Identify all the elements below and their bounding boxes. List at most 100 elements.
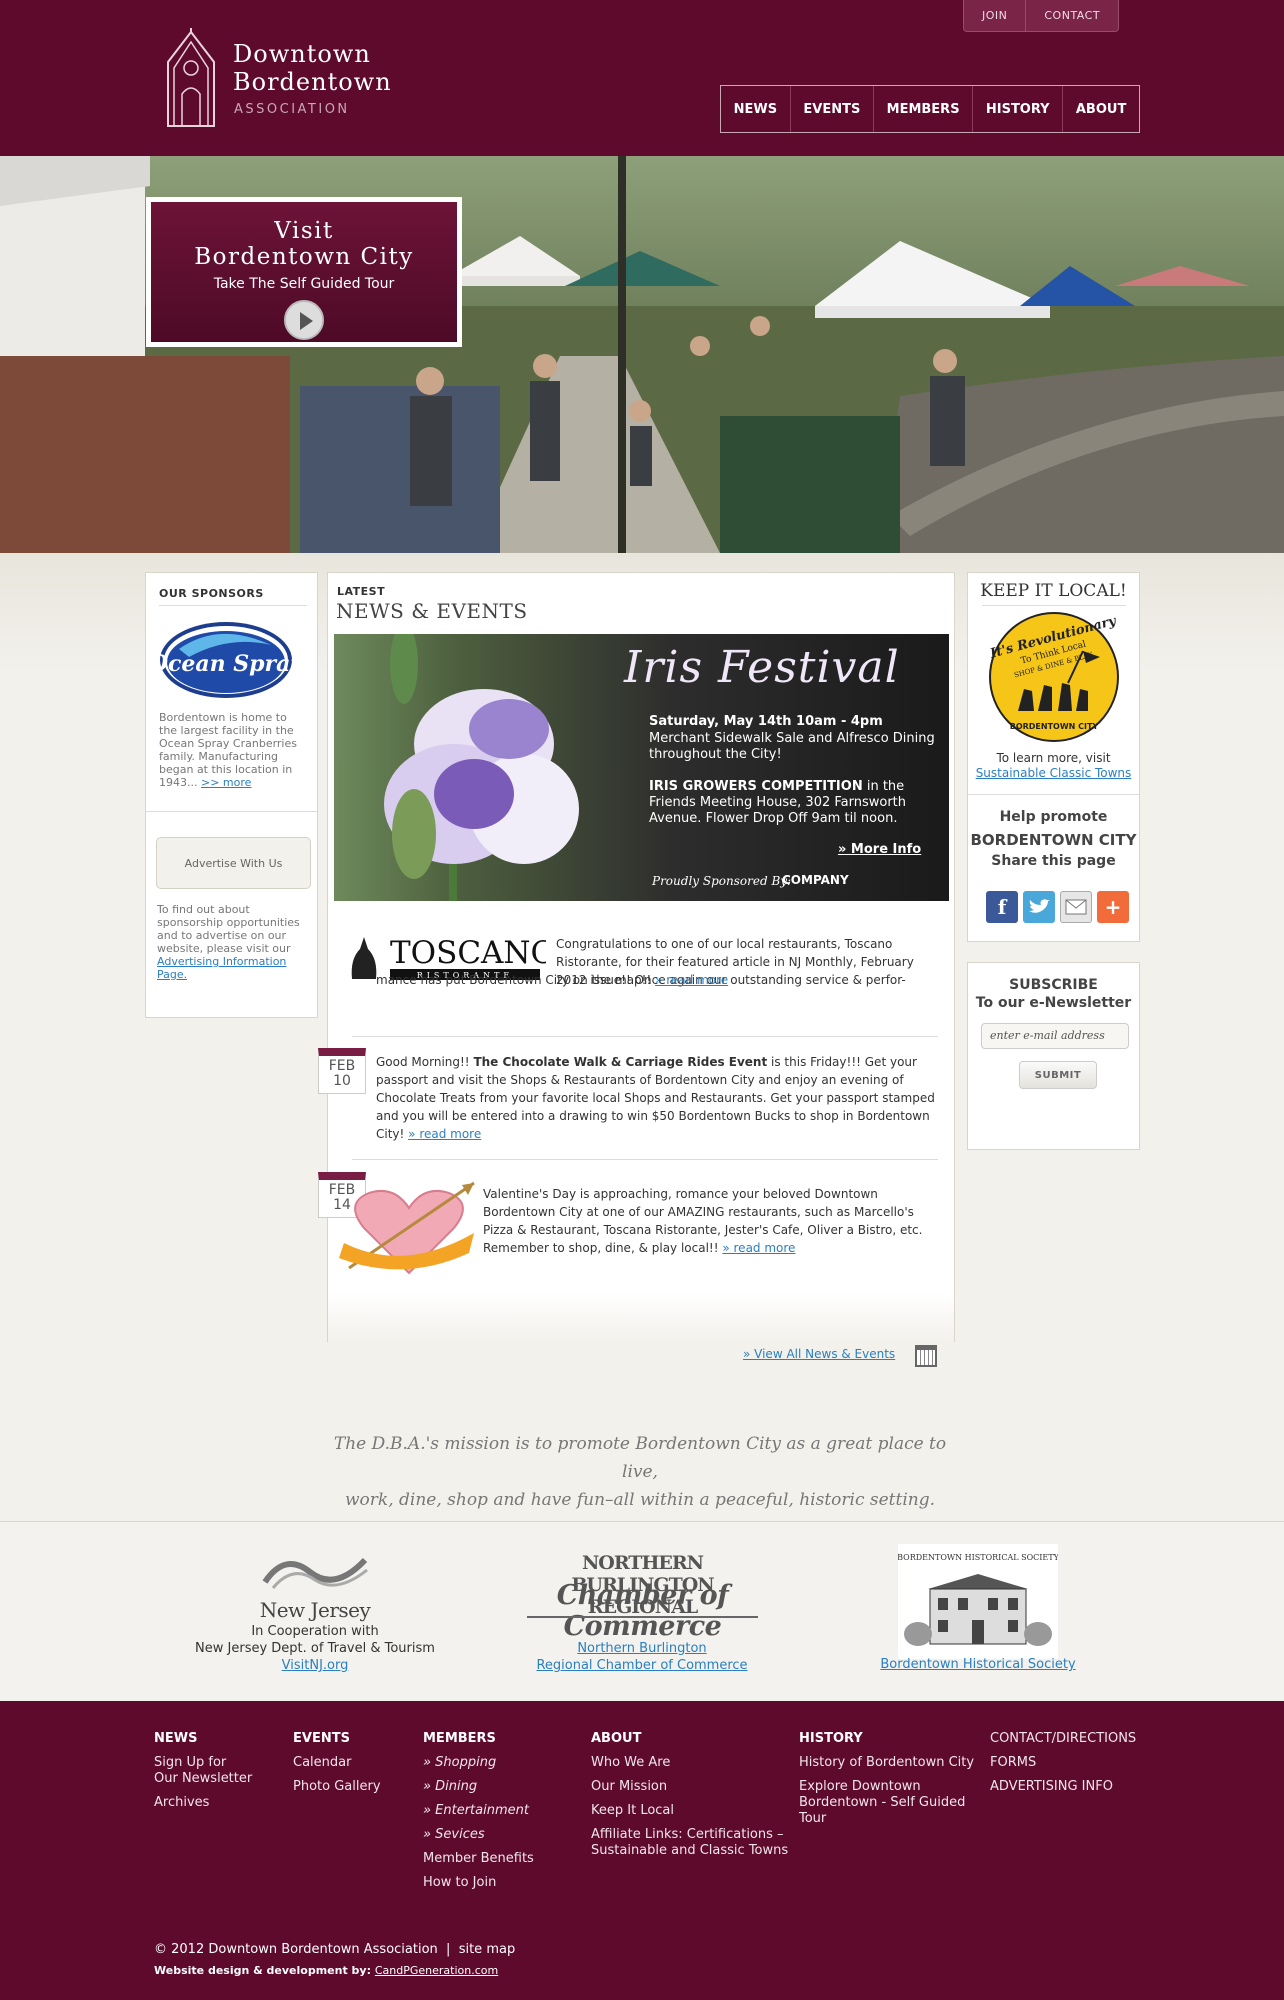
logo-text-line2: Bordentown [233, 68, 392, 96]
footer-photo-gallery-link[interactable]: Photo Gallery [293, 1779, 381, 1795]
subscribe-subtitle: To our e-Newsletter [975, 995, 1132, 1011]
advertising-info-link[interactable]: Advertising Information Page. [157, 955, 286, 981]
heart-arrow-icon [339, 1181, 475, 1275]
keep-local-learn-text: To learn more, visit [996, 751, 1111, 765]
historical-society-link[interactable]: Bordentown Historical Society [868, 1656, 1088, 1673]
subscribe-title: SUBSCRIBE [1009, 977, 1098, 993]
footer-explore-link[interactable]: Explore Downtown [799, 1779, 974, 1795]
nav-history[interactable]: HISTORY [972, 86, 1062, 132]
divider [982, 605, 1126, 606]
nav-about[interactable]: ABOUT [1062, 86, 1139, 132]
footer-archives-link[interactable]: Archives [154, 1795, 252, 1811]
footer-events-heading[interactable]: EVENTS [293, 1731, 381, 1747]
site-logo[interactable]: Downtown Bordentown ASSOCIATION [160, 28, 400, 132]
valentines-article: Valentine's Day is approaching, romance … [483, 1187, 923, 1255]
credit-text: Website design & development by: CandPGe… [154, 1964, 499, 1977]
chamber-caption: Northern Burlington Regional Chamber of … [522, 1640, 762, 1674]
footer-explore-link-tour[interactable]: Tour [799, 1811, 974, 1827]
svg-text:BORDENTOWN HISTORICAL SOCIETY: BORDENTOWN HISTORICAL SOCIETY [898, 1553, 1058, 1562]
footer-how-to-join-link[interactable]: How to Join [423, 1875, 534, 1891]
advertise-button[interactable]: Advertise With Us [156, 837, 311, 889]
contact-link[interactable]: CONTACT [1025, 0, 1118, 31]
sponsor-more-link[interactable]: >> more [201, 776, 251, 789]
footer-explore-link-cont[interactable]: Bordentown - Self Guided [799, 1795, 974, 1811]
footer-newsletter-link[interactable]: Our Newsletter [154, 1771, 252, 1787]
facebook-icon[interactable]: f [986, 891, 1018, 923]
footer-advertising-link[interactable]: ADVERTISING INFO [990, 1779, 1136, 1795]
submit-button[interactable]: SUBMIT [1019, 1061, 1097, 1089]
divider [159, 605, 307, 606]
footer-history-heading[interactable]: HISTORY [799, 1731, 974, 1747]
sustainable-classic-towns-link[interactable]: Sustainable Classic Towns [968, 766, 1139, 780]
twitter-icon[interactable] [1023, 891, 1055, 923]
nav-members[interactable]: MEMBERS [873, 86, 972, 132]
visit-tour-promo[interactable]: Visit Bordentown City Take The Self Guid… [146, 197, 462, 347]
play-icon[interactable] [284, 300, 324, 340]
news-events-panel: LATEST NEWS & EVENTS Iris Festival Satur… [318, 572, 955, 1367]
think-local-badge[interactable]: It's Revolutionary To Think Local SHOP &… [988, 611, 1120, 743]
iris-festival-title: Iris Festival [624, 642, 900, 693]
footer-keep-local-link[interactable]: Keep It Local [591, 1803, 788, 1819]
ocean-spray-logo[interactable]: Ocean Spray [159, 621, 293, 699]
visit-title-line1: Visit [274, 218, 334, 244]
utility-nav: JOIN CONTACT [963, 0, 1120, 32]
footer-members-heading[interactable]: MEMBERS [423, 1731, 534, 1747]
email-share-icon[interactable] [1060, 891, 1092, 923]
historical-society-logo[interactable]: BORDENTOWN HISTORICAL SOCIETY [897, 1544, 1060, 1659]
view-all-news-link[interactable]: » View All News & Events [743, 1347, 895, 1361]
iris-festival-banner[interactable]: Iris Festival Saturday, May 14th 10am - … [334, 634, 949, 901]
advertise-description: To find out about sponsorship opportunit… [157, 903, 300, 981]
sponsors-sidebar: OUR SPONSORS Ocean Spray Bordentown is h… [145, 572, 318, 1018]
visitnj-link[interactable]: VisitNJ.org [195, 1657, 435, 1674]
svg-text:Ocean Spray: Ocean Spray [159, 651, 293, 677]
footer-mission-link[interactable]: Our Mission [591, 1779, 788, 1795]
visit-subtitle: Take The Self Guided Tour [213, 276, 395, 292]
historical-society-caption: Bordentown Historical Society [868, 1656, 1088, 1673]
footer-calendar-link[interactable]: Calendar [293, 1755, 381, 1771]
valentines-read-more[interactable]: » read more [722, 1241, 795, 1255]
footer-affiliate-link-cont[interactable]: Sustainable and Classic Towns [591, 1843, 788, 1859]
footer-misc-column: CONTACT/DIRECTIONS FORMS ADVERTISING INF… [990, 1731, 1136, 1803]
footer-affiliate-link[interactable]: Affiliate Links: Certifications – [591, 1827, 788, 1843]
visit-title-line2: Bordentown City [194, 244, 414, 270]
footer-about-heading[interactable]: ABOUT [591, 1731, 788, 1747]
chocolate-read-more[interactable]: » read more [408, 1127, 481, 1141]
chamber-link-line1[interactable]: Northern Burlington [522, 1640, 762, 1657]
divider [968, 794, 1139, 795]
footer-who-we-are-link[interactable]: Who We Are [591, 1755, 788, 1771]
mission-statement: The D.B.A.'s mission is to promote Borde… [333, 1434, 947, 1510]
footer-services-link[interactable]: Sevices [423, 1827, 534, 1843]
footer-about-column: ABOUT Who We Are Our Mission Keep It Loc… [591, 1731, 788, 1867]
iris-flower-icon [384, 634, 579, 901]
chamber-link-line2[interactable]: Regional Chamber of Commerce [522, 1657, 762, 1674]
iris-sponsored-by: Proudly Sponsored By: [652, 874, 792, 888]
svg-text:BORDENTOWN CITY: BORDENTOWN CITY [1010, 722, 1099, 731]
divider [352, 1159, 938, 1160]
toscano-read-more[interactable]: » read more [655, 973, 728, 987]
join-link[interactable]: JOIN [964, 0, 1025, 31]
footer-news-heading[interactable]: NEWS [154, 1731, 252, 1747]
keep-local-sidebar: KEEP IT LOCAL! It's Revolutionary To Thi… [967, 572, 1140, 942]
new-jersey-logo[interactable]: New Jersey [255, 1552, 375, 1622]
credit-link[interactable]: CandPGeneration.com [375, 1964, 498, 1977]
footer-forms-link[interactable]: FORMS [990, 1755, 1136, 1771]
share-page-text: Share this page [991, 853, 1116, 869]
footer-history-link[interactable]: History of Bordentown City [799, 1755, 974, 1771]
footer-dining-link[interactable]: Dining [423, 1779, 534, 1795]
sponsor-description: Bordentown is home to the largest facili… [159, 711, 297, 789]
more-share-icon[interactable]: + [1097, 891, 1129, 923]
divider [352, 1036, 938, 1037]
footer-shopping-link[interactable]: Shopping [423, 1755, 534, 1771]
chamber-of-commerce-logo[interactable]: NORTHERN BURLINGTON REGIONAL Chamber of … [525, 1552, 760, 1642]
footer-contact-link[interactable]: CONTACT/DIRECTIONS [990, 1731, 1136, 1747]
news-events-title: NEWS & EVENTS [336, 599, 528, 623]
footer-entertainment-link[interactable]: Entertainment [423, 1803, 534, 1819]
nav-news[interactable]: NEWS [721, 86, 790, 132]
email-input[interactable]: enter e-mail address [981, 1023, 1129, 1049]
nav-events[interactable]: EVENTS [789, 86, 873, 132]
footer-signup-link[interactable]: Sign Up for [154, 1755, 252, 1771]
iris-description-2: IRIS GROWERS COMPETITION in the Friends … [649, 779, 907, 826]
calendar-icon[interactable] [915, 1345, 937, 1367]
iris-more-info-link[interactable]: » More Info [838, 842, 921, 857]
footer-member-benefits-link[interactable]: Member Benefits [423, 1851, 534, 1867]
